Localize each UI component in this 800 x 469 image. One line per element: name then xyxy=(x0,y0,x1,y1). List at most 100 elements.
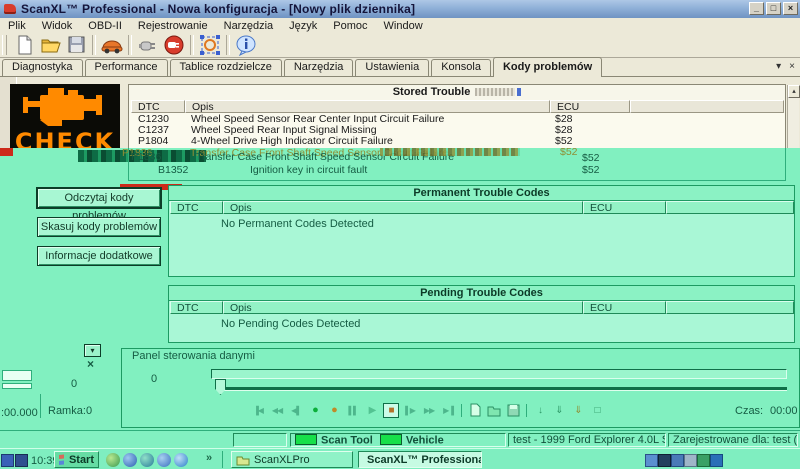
tab-close-icon[interactable]: × xyxy=(789,61,795,72)
permanent-col-opis[interactable]: Opis xyxy=(223,201,583,214)
frame-label: Ramka: xyxy=(48,405,86,417)
skip-end-button[interactable]: ▶▐ xyxy=(440,403,456,418)
registered-cell: Zarejestrowane dla: test (test) xyxy=(668,433,798,447)
step-back-button[interactable]: ◀▌ xyxy=(288,403,304,418)
rewind-button[interactable]: ◀◀ xyxy=(269,403,285,418)
frame-slider-thumb[interactable] xyxy=(215,379,226,395)
table-row[interactable]: P1804 4-Wheel Drive High Indicator Circu… xyxy=(129,136,784,147)
read-codes-button[interactable]: Odczytaj kody problemów xyxy=(37,188,161,208)
monitor-icon[interactable]: □ xyxy=(589,403,605,418)
glitch-dropdown-icon[interactable]: ▾ xyxy=(84,344,101,357)
tray-glitch-icon[interactable] xyxy=(1,454,14,467)
menu-plik[interactable]: Plik xyxy=(0,20,34,32)
menu-window[interactable]: Window xyxy=(376,20,431,32)
quicklaunch-icon-1[interactable] xyxy=(106,453,120,467)
stored-col-ecu[interactable]: ECU xyxy=(550,100,630,113)
restore-button[interactable]: □ xyxy=(766,2,781,15)
display-tray-icon[interactable] xyxy=(645,454,658,467)
tab-performance[interactable]: Performance xyxy=(85,59,168,76)
quicklaunch-icon-5[interactable] xyxy=(174,453,188,467)
new-file-icon[interactable] xyxy=(11,34,37,57)
stored-col-extra[interactable] xyxy=(630,100,784,113)
tab-dropdown-icon[interactable]: ▾ xyxy=(776,61,781,72)
scan-tool-led xyxy=(295,434,317,445)
update-tray-icon[interactable] xyxy=(710,454,723,467)
vehicle-icon[interactable] xyxy=(99,34,125,57)
disconnect-icon[interactable] xyxy=(161,34,187,57)
security-tray-icon[interactable] xyxy=(658,454,671,467)
menu-widok[interactable]: Widok xyxy=(34,20,81,32)
vertical-scrollbar[interactable]: ▴ xyxy=(787,85,799,148)
tab-konsola[interactable]: Konsola xyxy=(431,59,491,76)
menu-narzedzia[interactable]: Narzędzia xyxy=(216,20,282,32)
status-cell-empty xyxy=(233,433,287,447)
glitch-artifact xyxy=(380,148,520,156)
quicklaunch-icon-4[interactable] xyxy=(157,453,171,467)
tab-kody-problemow[interactable]: Kody problemów xyxy=(493,57,602,77)
pending-col-extra[interactable] xyxy=(666,301,794,314)
scroll-up-icon[interactable]: ▴ xyxy=(788,85,800,98)
tab-ustawienia[interactable]: Ustawienia xyxy=(355,59,429,76)
dtc-cell: P1804 xyxy=(138,136,168,147)
download-green-icon[interactable]: ⇓ xyxy=(551,403,567,418)
network-tray-icon[interactable] xyxy=(671,454,684,467)
dashboard-designer-icon[interactable] xyxy=(197,34,223,57)
save-file-icon[interactable] xyxy=(63,34,89,57)
position-slider-track[interactable] xyxy=(211,369,787,379)
minimize-button[interactable]: _ xyxy=(749,2,764,15)
close-button[interactable]: × xyxy=(783,2,798,15)
open-file-icon[interactable] xyxy=(37,34,63,57)
glitch-close-icon[interactable]: × xyxy=(87,357,94,371)
settings-tray-icon[interactable] xyxy=(684,454,697,467)
connect-icon[interactable] xyxy=(135,34,161,57)
save-log-icon[interactable] xyxy=(505,403,521,418)
tray-glitch-icon[interactable] xyxy=(15,454,28,467)
record-orange-button[interactable]: ● xyxy=(326,403,342,418)
record-green-button[interactable]: ● xyxy=(307,403,323,418)
toolbar-separator xyxy=(526,404,527,417)
menu-jezyk[interactable]: Język xyxy=(281,20,325,32)
clear-codes-button[interactable]: Skasuj kody problemów xyxy=(37,217,161,237)
quicklaunch-overflow-icon[interactable]: » xyxy=(206,452,212,464)
pending-col-dtc[interactable]: DTC xyxy=(170,301,223,314)
step-forward-button[interactable]: ▌▶ xyxy=(402,403,418,418)
volume-tray-icon[interactable] xyxy=(697,454,710,467)
tab-diagnostyka[interactable]: Diagnostyka xyxy=(2,59,83,76)
download-yellow-icon[interactable]: ⇓ xyxy=(570,403,586,418)
about-icon[interactable] xyxy=(233,34,259,57)
taskbar-item-scanxl-professional[interactable]: ScanXL™ Professional... xyxy=(358,451,482,468)
frame-slider-track[interactable] xyxy=(222,387,787,391)
menu-rejestrowanie[interactable]: Rejestrowanie xyxy=(130,20,216,32)
pending-col-ecu[interactable]: ECU xyxy=(583,301,666,314)
window-titlebar[interactable]: ScanXL™ Professional - Nowa konfiguracja… xyxy=(0,0,800,18)
table-row-glitched[interactable]: P1836 P1836 Transfer Case Front Shaft Sp… xyxy=(0,149,800,162)
skip-start-button[interactable]: ▐◀ xyxy=(250,403,266,418)
toolbar-drag-handle[interactable] xyxy=(2,35,7,55)
permanent-col-extra[interactable] xyxy=(666,201,794,214)
stored-col-dtc[interactable]: DTC xyxy=(131,100,185,113)
pending-col-opis[interactable]: Opis xyxy=(223,301,583,314)
taskbar-item-scanxlpro[interactable]: ScanXLPro xyxy=(231,451,353,468)
reset-icon[interactable]: ↓ xyxy=(532,403,548,418)
dtc-cell: P1836 xyxy=(131,152,161,163)
menu-pomoc[interactable]: Pomoc xyxy=(325,20,375,32)
tab-tablice-rozdzielcze[interactable]: Tablice rozdzielcze xyxy=(170,59,282,76)
new-log-icon[interactable] xyxy=(467,403,483,418)
fast-forward-button[interactable]: ▶▶ xyxy=(421,403,437,418)
permanent-col-dtc[interactable]: DTC xyxy=(170,201,223,214)
permanent-codes-title: Permanent Trouble Codes xyxy=(169,186,794,201)
quicklaunch-icon-2[interactable] xyxy=(123,453,137,467)
open-log-icon[interactable] xyxy=(486,403,502,418)
quicklaunch-icon-3[interactable] xyxy=(140,453,154,467)
menu-obd2[interactable]: OBD-II xyxy=(80,20,130,32)
stop-button[interactable]: ■ xyxy=(383,403,399,418)
pending-empty-text: No Pending Codes Detected xyxy=(221,318,360,330)
start-button[interactable]: Start xyxy=(54,451,99,468)
additional-info-button[interactable]: Informacje dodatkowe xyxy=(37,246,161,266)
permanent-col-ecu[interactable]: ECU xyxy=(583,201,666,214)
play-button[interactable]: ▶ xyxy=(364,403,380,418)
pause-button[interactable]: ▌▌ xyxy=(345,403,361,418)
tab-narzedzia[interactable]: Narzędzia xyxy=(284,59,354,76)
stored-col-opis[interactable]: Opis xyxy=(185,100,550,113)
table-row[interactable]: B1352 Ignition key in circuit fault $52 xyxy=(0,165,800,176)
